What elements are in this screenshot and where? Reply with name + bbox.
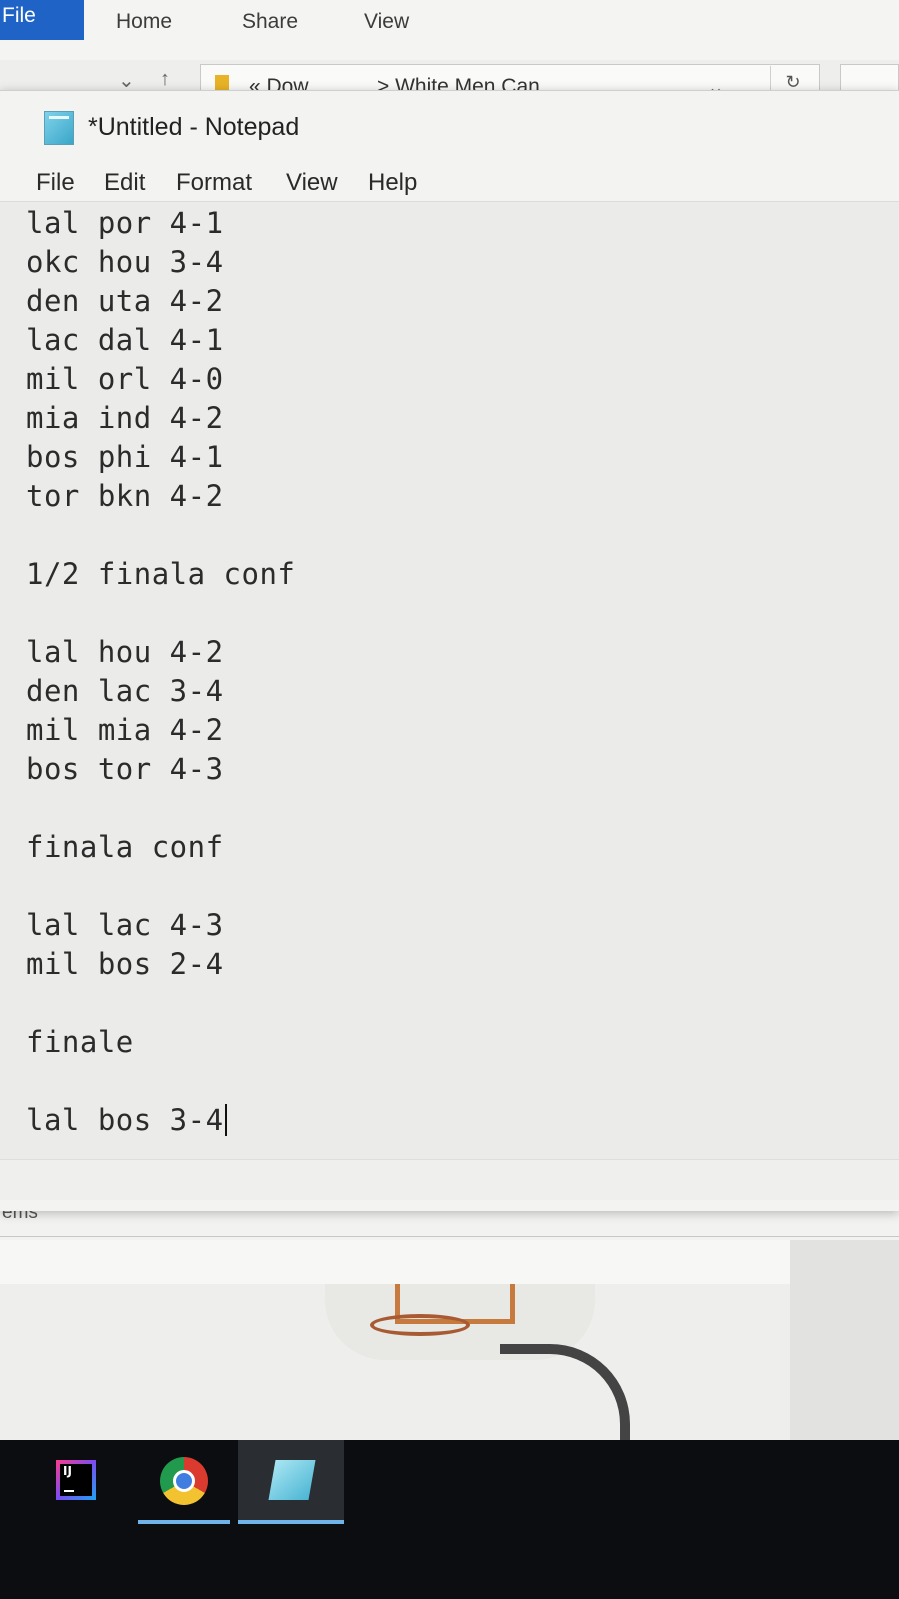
taskbar-chrome-button[interactable] <box>138 1440 230 1524</box>
text-line: lal por 4-1 <box>26 206 224 240</box>
horizontal-scrollbar[interactable] <box>0 1159 899 1200</box>
intellij-icon-inner: IJ <box>60 1464 92 1496</box>
hoop-image <box>370 1314 470 1336</box>
text-line: mil bos 2-4 <box>26 947 224 981</box>
text-line: finala conf <box>26 830 224 864</box>
text-line: lal hou 4-2 <box>26 635 224 669</box>
chrome-running-indicator <box>138 1520 230 1524</box>
text-editor[interactable]: lal por 4-1 okc hou 3-4 den uta 4-2 lac … <box>0 201 899 1160</box>
menu-help[interactable]: Help <box>368 169 417 197</box>
window-title: *Untitled - Notepad <box>88 113 300 141</box>
text-line: finale <box>26 1025 134 1059</box>
text-line: den uta 4-2 <box>26 284 224 318</box>
notepad-icon <box>44 111 74 145</box>
text-line: lac dal 4-1 <box>26 323 224 357</box>
text-line: mia ind 4-2 <box>26 401 224 435</box>
preview-pane <box>790 1240 899 1440</box>
chrome-icon <box>160 1457 208 1505</box>
text-caret <box>224 1104 227 1136</box>
text-line: mil mia 4-2 <box>26 713 224 747</box>
up-arrow-icon[interactable]: ↑ <box>160 68 170 91</box>
menu-format[interactable]: Format <box>176 169 252 197</box>
taskbar: IJ <box>0 1440 899 1599</box>
menu-file[interactable]: File <box>36 169 75 197</box>
notepad-active-indicator <box>238 1520 344 1524</box>
text-line: tor bkn 4-2 <box>26 479 224 513</box>
ribbon-tab-home[interactable]: Home <box>116 6 172 38</box>
menu-bar: File Edit Format View Help <box>0 161 899 201</box>
text-line: bos phi 4-1 <box>26 440 224 474</box>
file-list-strip <box>0 1240 790 1284</box>
last-line-text: lal bos 3-4 <box>26 1103 224 1137</box>
explorer-ribbon: File Home Share View <box>0 0 899 61</box>
text-line-last: lal bos 3-4 <box>26 1103 227 1137</box>
text-line: mil orl 4-0 <box>26 362 224 396</box>
ij-bar-mark <box>64 1490 74 1492</box>
intellij-icon: IJ <box>56 1460 96 1500</box>
notepad-titlebar[interactable]: *Untitled - Notepad <box>0 91 899 161</box>
notepad-window: *Untitled - Notepad File Edit Format Vie… <box>0 90 899 1211</box>
menu-edit[interactable]: Edit <box>104 169 145 197</box>
text-line: 1/2 finala conf <box>26 557 296 591</box>
pole-image <box>500 1344 630 1440</box>
ribbon-tab-share[interactable]: Share <box>242 6 298 38</box>
ribbon-tab-file[interactable]: File <box>0 0 84 40</box>
text-line: okc hou 3-4 <box>26 245 224 279</box>
wallpaper-basketball-hoop <box>0 1284 790 1440</box>
text-line: lal lac 4-3 <box>26 908 224 942</box>
notepad-taskbar-icon <box>268 1460 316 1500</box>
menu-view[interactable]: View <box>286 169 338 197</box>
text-line: bos tor 4-3 <box>26 752 224 786</box>
taskbar-intellij-button[interactable]: IJ <box>28 1440 120 1524</box>
status-divider <box>0 1236 899 1237</box>
taskbar-notepad-button[interactable] <box>238 1440 344 1524</box>
text-line: den lac 3-4 <box>26 674 224 708</box>
ribbon-tab-view[interactable]: View <box>364 6 409 38</box>
ij-label: IJ <box>63 1464 72 1478</box>
